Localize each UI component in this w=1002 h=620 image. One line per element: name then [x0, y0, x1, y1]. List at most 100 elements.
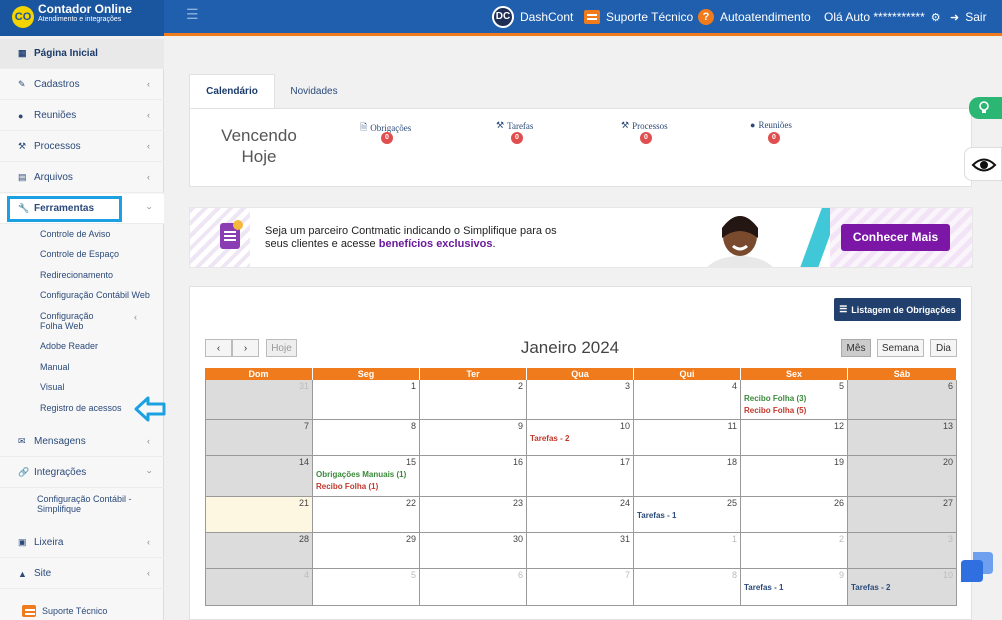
calendar-day-cell[interactable]: 31	[527, 533, 634, 569]
calendar-event[interactable]: Tarefas - 1	[744, 583, 783, 592]
calendar-day-cell[interactable]: 12	[741, 420, 848, 456]
next-month-button[interactable]: ›	[232, 339, 259, 357]
tab-novidades[interactable]: Novidades	[278, 74, 350, 108]
calendar-day-cell[interactable]: 7	[527, 569, 634, 606]
calendar-day-cell[interactable]: 20	[848, 456, 957, 497]
dashcont-link[interactable]: DC DashCont	[492, 0, 573, 34]
calendar-day-cell[interactable]: 6	[848, 380, 957, 420]
prev-month-button[interactable]: ‹	[205, 339, 232, 357]
calendar-day-cell[interactable]: 15 Obrigações Manuais (1) Recibo Folha (1)	[313, 456, 420, 497]
gear-icon[interactable]: ⚙	[931, 11, 941, 24]
view-week-button[interactable]: Semana	[877, 339, 924, 357]
conhecer-mais-button[interactable]: Conhecer Mais	[841, 224, 950, 251]
calendar-day-cell[interactable]: 29	[313, 533, 420, 569]
submenu-adobe-reader[interactable]: Adobe Reader	[40, 341, 98, 351]
view-day-button[interactable]: Dia	[930, 339, 957, 357]
sidebar-item-cadastros[interactable]: ✎ Cadastros ‹	[0, 70, 164, 100]
day-number: 9	[838, 570, 844, 580]
calendar-day-cell[interactable]: 6	[420, 569, 527, 606]
calendar-day-cell[interactable]: 3	[527, 380, 634, 420]
calendar-day-cell[interactable]: 1	[634, 533, 741, 569]
calendar-day-cell[interactable]: 18	[634, 456, 741, 497]
calendar-day-cell[interactable]: 9 Tarefas - 1	[741, 569, 848, 606]
submenu-controle-aviso[interactable]: Controle de Aviso	[40, 229, 110, 239]
calendar-event[interactable]: Obrigações Manuais (1)	[316, 470, 406, 479]
autoatendimento-link[interactable]: ? Autoatendimento	[698, 0, 811, 34]
submenu-redirecionamento[interactable]: Redirecionamento	[40, 270, 113, 280]
calendar-day-cell[interactable]: 4	[634, 380, 741, 420]
calendar-day-cell[interactable]: 31	[205, 380, 313, 420]
calendar-day-cell[interactable]: 22	[313, 497, 420, 533]
submenu-config-folha-web[interactable]: Configuração Folha Web	[40, 311, 110, 331]
calendar-day-cell[interactable]: 26	[741, 497, 848, 533]
sidebar-suporte-tecnico[interactable]: Suporte Técnico	[22, 605, 107, 617]
tips-button[interactable]	[969, 97, 1002, 119]
counter-obrigacoes[interactable]: 🗎 Obrigações 0	[360, 120, 411, 144]
calendar-event[interactable]: Recibo Folha (3)	[744, 394, 806, 403]
calendar-day-cell[interactable]: 13	[848, 420, 957, 456]
sidebar-item-processos[interactable]: ⚒ Processos ‹	[0, 132, 164, 162]
edit-icon: ✎	[18, 79, 26, 89]
listagem-obrigacoes-button[interactable]: ☰ Listagem de Obrigações	[834, 298, 961, 321]
calendar-day-cell[interactable]: 10 Tarefas - 2	[848, 569, 957, 606]
calendar-day-cell[interactable]: 3	[848, 533, 957, 569]
calendar-day-cell[interactable]: 25 Tarefas - 1	[634, 497, 741, 533]
calendar-day-cell[interactable]: 14	[205, 456, 313, 497]
tab-calendario[interactable]: Calendário	[189, 74, 275, 108]
calendar-day-cell[interactable]: 8	[313, 420, 420, 456]
calendar-event[interactable]: Tarefas - 1	[637, 511, 676, 520]
suporte-tecnico-link[interactable]: Suporte Técnico	[584, 0, 693, 34]
calendar-day-cell[interactable]: 21	[205, 497, 313, 533]
counter-reunioes[interactable]: ● Reuniões 0	[750, 120, 792, 144]
calendar-day-cell[interactable]: 5	[313, 569, 420, 606]
calendar-event[interactable]: Recibo Folha (5)	[744, 406, 806, 415]
calendar-day-cell[interactable]: 2	[741, 533, 848, 569]
submenu-registro-acessos[interactable]: Registro de acessos	[40, 403, 122, 413]
sidebar-item-arquivos[interactable]: ▤ Arquivos ‹	[0, 163, 164, 193]
logout-button[interactable]: ➜ Sair	[950, 0, 987, 34]
calendar-day-cell[interactable]: 24	[527, 497, 634, 533]
calendar-day-cell[interactable]: 2	[420, 380, 527, 420]
calendar-day-cell[interactable]: 1	[313, 380, 420, 420]
calendar-day-cell[interactable]: 30	[420, 533, 527, 569]
chat-bubble-icon[interactable]	[959, 548, 995, 584]
calendar-day-cell[interactable]: 16	[420, 456, 527, 497]
counter-processos[interactable]: ⚒ Processos 0	[621, 120, 668, 144]
hoje-button[interactable]: Hoje	[266, 339, 297, 357]
calendar-day-cell[interactable]: 17	[527, 456, 634, 497]
calendar-event[interactable]: Tarefas - 2	[530, 434, 569, 443]
sitemap-icon: ▲	[18, 568, 27, 579]
sidebar-item-reunioes[interactable]: ● Reuniões ‹	[0, 101, 164, 131]
calendar-day-cell[interactable]: 28	[205, 533, 313, 569]
menu-toggle-icon[interactable]: ☰	[186, 6, 199, 23]
user-menu[interactable]: Olá Auto *********** ⚙	[824, 0, 941, 34]
day-number: 9	[517, 421, 523, 431]
sidebar-item-site[interactable]: ▲ Site ‹	[0, 559, 164, 589]
sidebar-item-integracoes[interactable]: 🔗 Integrações ‹	[0, 458, 164, 488]
calendar-day-cell[interactable]: 19	[741, 456, 848, 497]
visibility-button[interactable]	[964, 147, 1002, 181]
calendar-event[interactable]: Tarefas - 2	[851, 583, 890, 592]
calendar-day-cell[interactable]: 9	[420, 420, 527, 456]
calendar-day-cell[interactable]: 8	[634, 569, 741, 606]
calendar-day-cell[interactable]: 27	[848, 497, 957, 533]
calendar-day-cell[interactable]: 23	[420, 497, 527, 533]
submenu-visual[interactable]: Visual	[40, 382, 64, 392]
counter-tarefas[interactable]: ⚒ Tarefas 0	[496, 120, 533, 144]
calendar-event[interactable]: Recibo Folha (1)	[316, 482, 378, 491]
calendar-day-cell[interactable]: 4	[205, 569, 313, 606]
submenu-manual[interactable]: Manual	[40, 362, 70, 372]
calendar-day-cell[interactable]: 7	[205, 420, 313, 456]
sidebar-item-mensagens[interactable]: ✉ Mensagens ‹	[0, 427, 164, 457]
sidebar-item-label: Integrações	[34, 467, 87, 478]
submenu-config-contabil-simplifique[interactable]: Configuração Contábil - Simplifique	[37, 494, 147, 514]
sidebar-item-home[interactable]: ▦ Página Inicial	[0, 39, 164, 69]
calendar-day-cell[interactable]: 5 Recibo Folha (3) Recibo Folha (5)	[741, 380, 848, 420]
submenu-config-contabil-web[interactable]: Configuração Contábil Web	[40, 290, 150, 300]
calendar-day-cell[interactable]: 10 Tarefas - 2	[527, 420, 634, 456]
submenu-controle-espaco[interactable]: Controle de Espaço	[40, 249, 119, 259]
brand[interactable]: CO Contador Online Atendimento e integra…	[0, 0, 164, 36]
view-month-button[interactable]: Mês	[841, 339, 871, 357]
sidebar-item-lixeira[interactable]: ▣ Lixeira ‹	[0, 528, 164, 558]
calendar-day-cell[interactable]: 11	[634, 420, 741, 456]
